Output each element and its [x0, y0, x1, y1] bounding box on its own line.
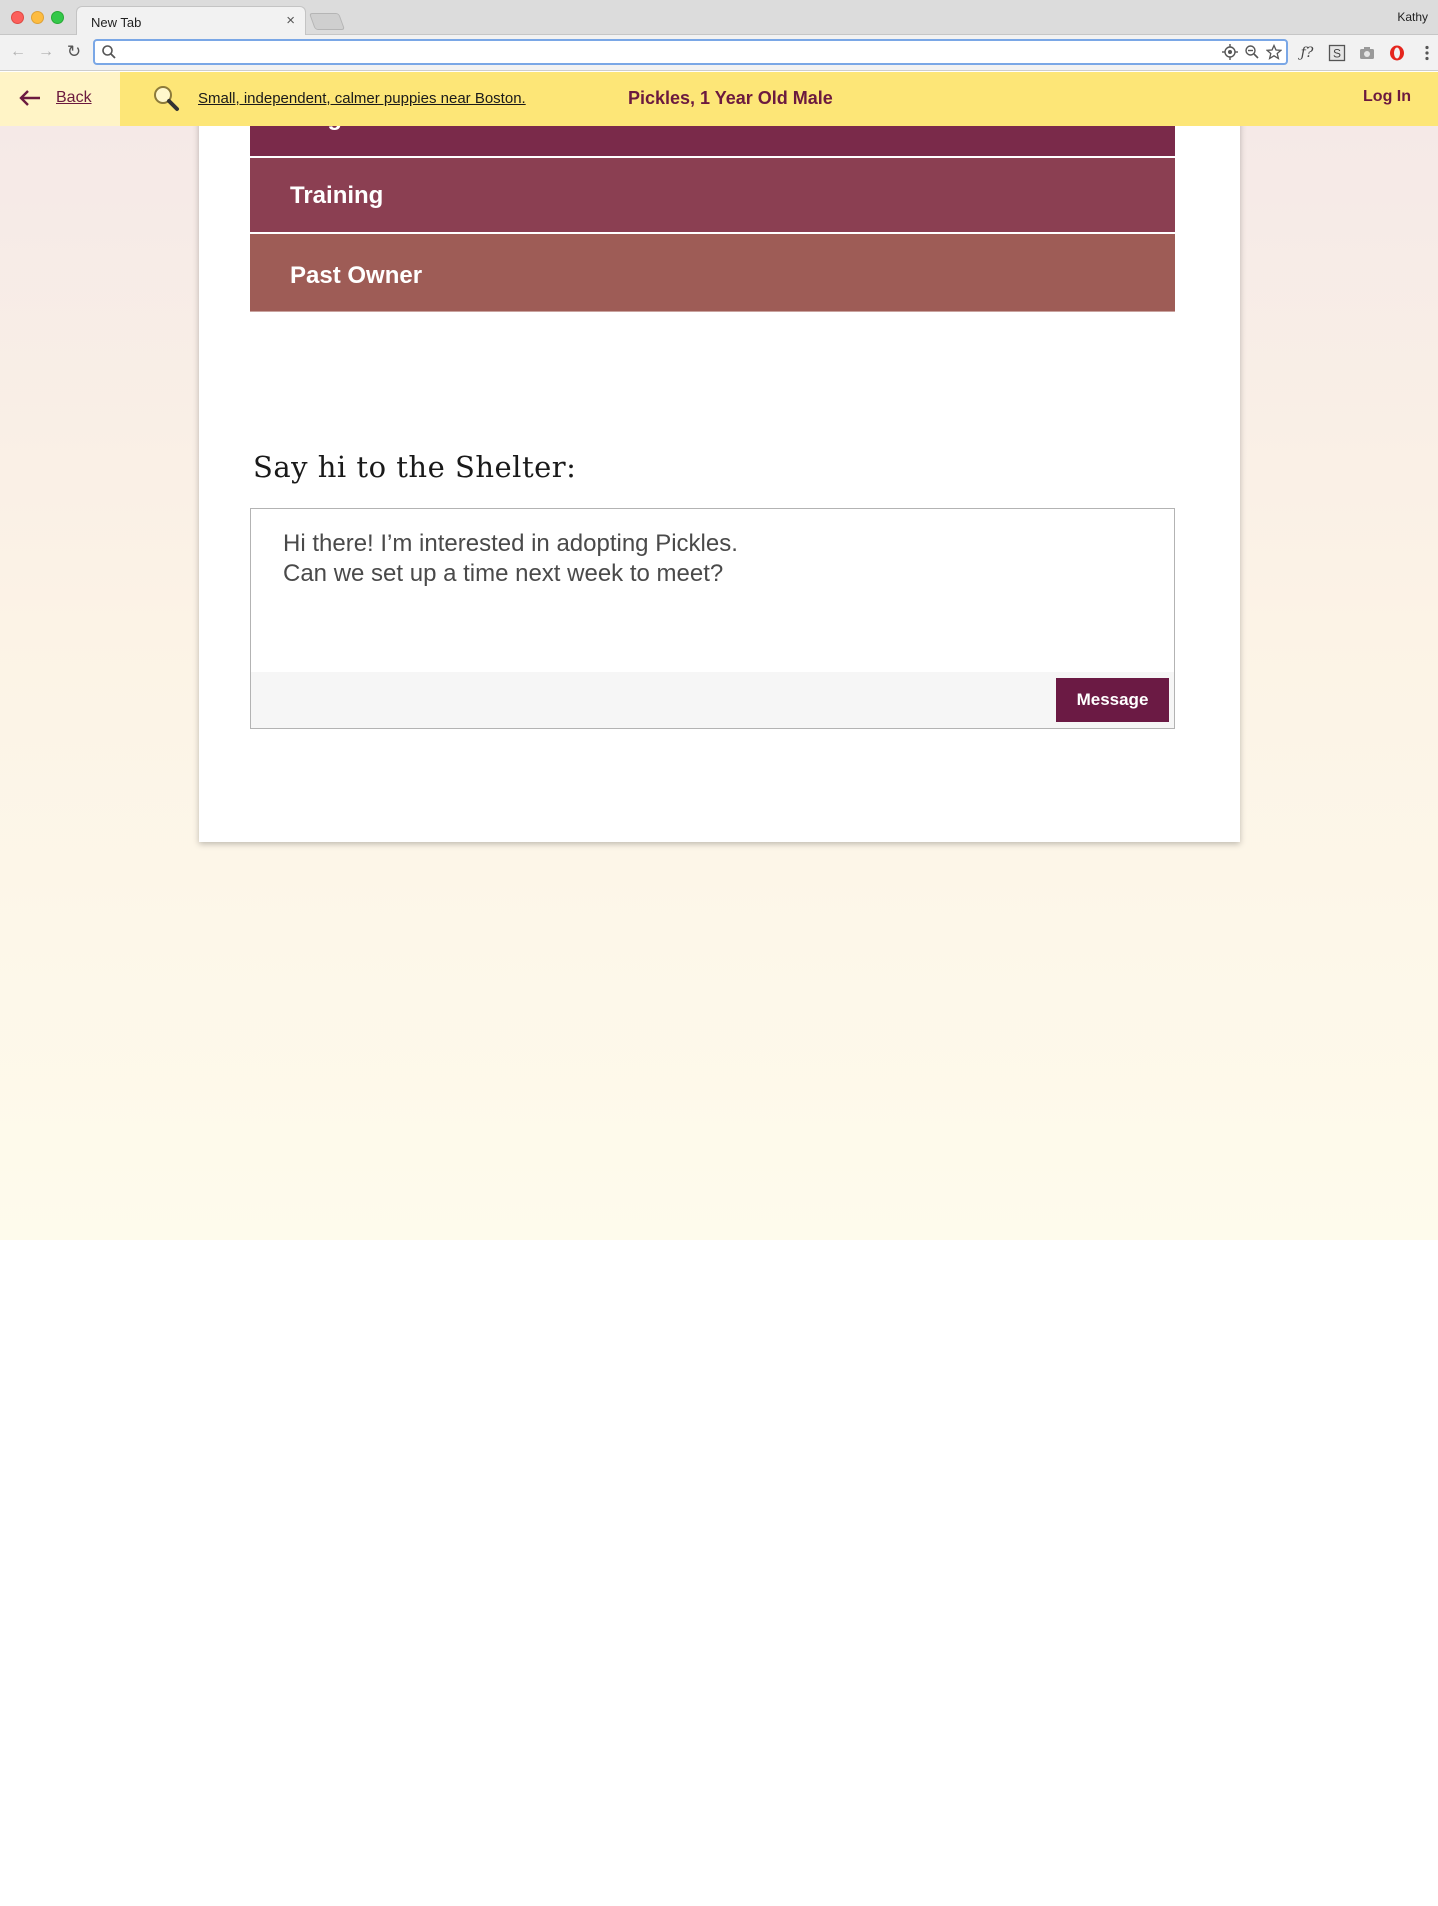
bookmark-star-icon[interactable] [1265, 43, 1283, 60]
message-textarea[interactable]: Hi there! I’m interested in adopting Pic… [251, 509, 1174, 672]
page-background: Diagnoses Training Past Owner Say hi to … [0, 110, 1438, 1240]
message-composer: Hi there! I’m interested in adopting Pic… [250, 508, 1175, 729]
accordion-label-training: Training [290, 182, 384, 209]
send-message-button[interactable]: Message [1056, 678, 1169, 722]
maximize-window-button[interactable] [51, 11, 64, 24]
back-link[interactable]: Back [0, 72, 120, 126]
search-query-link[interactable]: Small, independent, calmer puppies near … [198, 90, 526, 107]
browser-back-icon[interactable]: ← [8, 42, 28, 62]
accordion-item-past-owner[interactable]: Past Owner [250, 234, 1175, 312]
camera-extension-icon[interactable] [1357, 43, 1377, 63]
magnifier-icon [154, 86, 179, 111]
contact-heading: Say hi to the Shelter: [253, 450, 577, 484]
back-label[interactable]: Back [56, 89, 92, 107]
minimize-window-button[interactable] [31, 11, 44, 24]
details-accordion: Diagnoses Training Past Owner [250, 110, 1175, 312]
browser-tab-strip: New Tab × Kathy [0, 0, 1438, 36]
pet-title: Pickles, 1 Year Old Male [628, 88, 833, 108]
accordion-label-past-owner: Past Owner [290, 262, 423, 289]
message-footer: Message [251, 672, 1174, 728]
browser-toolbar: ← → ↻ ƒ? S [0, 35, 1438, 71]
pet-profile-card: Diagnoses Training Past Owner Say hi to … [199, 110, 1240, 842]
location-target-icon[interactable] [1222, 44, 1238, 60]
reload-icon[interactable]: ↻ [64, 42, 84, 62]
browser-tab[interactable]: New Tab × [76, 6, 306, 36]
back-arrow-icon [19, 90, 40, 106]
close-window-button[interactable] [11, 11, 24, 24]
opera-extension-icon[interactable] [1387, 43, 1407, 63]
svg-text:S: S [1333, 47, 1341, 61]
site-header: Back Small, independent, calmer puppies … [0, 72, 1438, 126]
zoom-out-icon[interactable] [1244, 44, 1260, 60]
address-bar[interactable] [93, 39, 1288, 65]
new-tab-button[interactable] [308, 13, 346, 30]
browser-forward-icon[interactable]: → [36, 42, 56, 62]
browser-menu-icon[interactable] [1417, 43, 1437, 63]
s-extension-icon[interactable]: S [1327, 43, 1347, 63]
formula-extension-icon[interactable]: ƒ? [1297, 43, 1317, 63]
tab-title: New Tab [91, 15, 142, 30]
login-link[interactable]: Log In [1363, 88, 1411, 106]
address-search-icon [102, 45, 116, 59]
accordion-item-training[interactable]: Training [250, 158, 1175, 234]
tab-close-icon[interactable]: × [286, 13, 295, 29]
profile-name[interactable]: Kathy [1397, 10, 1428, 24]
